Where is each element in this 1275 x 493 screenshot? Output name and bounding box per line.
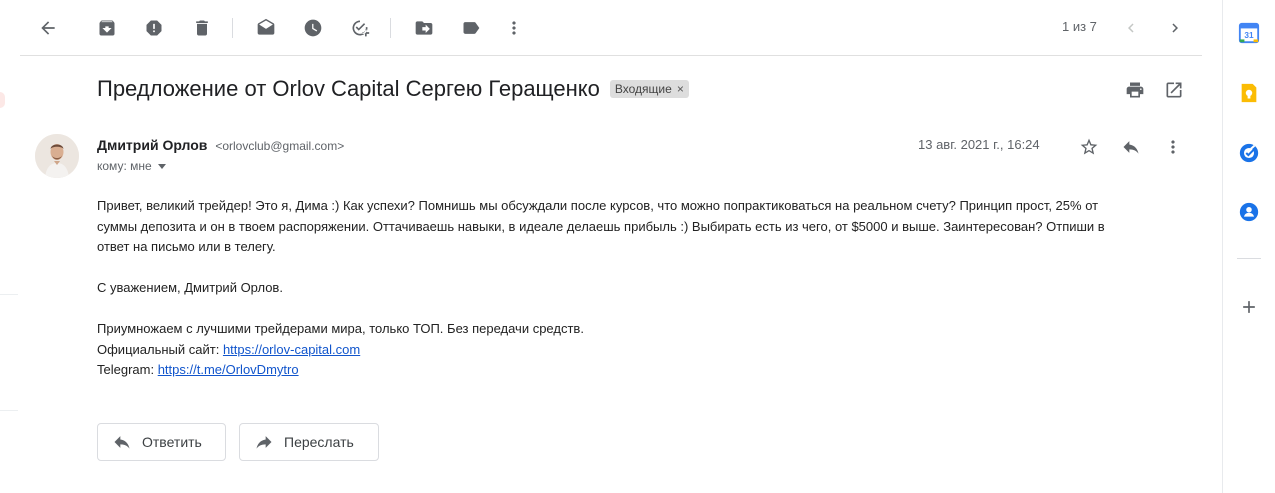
forward-icon <box>256 436 272 449</box>
label-icon[interactable] <box>455 12 487 44</box>
forward-button-label: Переслать <box>284 434 354 450</box>
forward-button[interactable]: Переслать <box>239 423 379 461</box>
tasks-icon[interactable] <box>1236 140 1262 166</box>
add-task-icon[interactable] <box>344 12 376 44</box>
email-subject: Предложение от Orlov Capital Сергею Гера… <box>97 76 600 101</box>
calendar-day: 31 <box>1244 31 1254 40</box>
more-vert-icon[interactable] <box>1157 131 1189 163</box>
email-body: Привет, великий трейдер! Это я, Дима :) … <box>97 196 1187 381</box>
move-to-icon[interactable] <box>408 12 440 44</box>
site-label: Официальный сайт: <box>97 341 223 357</box>
recipient-text: кому: мне <box>97 159 152 173</box>
left-edge-divider <box>0 294 18 295</box>
body-line: суммы депозита и он в твоем распоряжении… <box>97 218 1105 234</box>
email-date: 13 авг. 2021 г., 16:24 <box>918 137 1040 152</box>
sender-avatar <box>35 134 79 178</box>
chevron-left-icon[interactable] <box>1115 12 1147 44</box>
toolbar-divider <box>232 18 233 38</box>
left-edge-divider <box>0 410 18 411</box>
more-vert-icon[interactable] <box>498 12 530 44</box>
calendar-icon[interactable]: 31 <box>1236 20 1262 46</box>
signature-line: С уважением, Дмитрий Орлов. <box>97 280 283 295</box>
site-line: Официальный сайт: https://orlov-capital.… <box>97 340 1187 361</box>
toolbar-divider <box>390 18 391 38</box>
sender-row: Дмитрий Орлов <orlovclub@gmail.com> <box>97 137 344 153</box>
body-line: ответ на письмо или в телегу. <box>97 239 276 254</box>
back-arrow-icon[interactable] <box>32 12 64 44</box>
mark-unread-icon[interactable] <box>250 12 282 44</box>
snooze-icon[interactable] <box>297 12 329 44</box>
reply-button[interactable]: Ответить <box>97 423 226 461</box>
label-chip-text: Входящие <box>614 82 672 96</box>
promo-line: Приумножаем с лучшими трейдерами мира, т… <box>97 321 584 336</box>
body-line: Привет, великий трейдер! Это я, Дима :) … <box>97 198 1099 213</box>
telegram-link[interactable]: https://t.me/OrlovDmytro <box>158 362 299 377</box>
subject-row: Предложение от Orlov Capital Сергею Гера… <box>97 76 689 102</box>
recipient-details-dropdown-icon[interactable] <box>157 163 166 169</box>
sender-name[interactable]: Дмитрий Орлов <box>97 137 207 153</box>
sender-email: <orlovclub@gmail.com> <box>215 139 345 153</box>
reply-button-label: Ответить <box>142 434 202 450</box>
recipient-row: кому: мне <box>97 159 166 173</box>
chevron-right-icon[interactable] <box>1159 12 1191 44</box>
left-edge <box>0 0 20 493</box>
toolbar: 1 из 7 <box>20 0 1202 56</box>
delete-icon[interactable] <box>186 12 218 44</box>
archive-icon[interactable] <box>91 12 123 44</box>
report-spam-icon[interactable] <box>138 12 170 44</box>
contacts-icon[interactable] <box>1236 199 1262 225</box>
reply-icon[interactable] <box>1115 131 1147 163</box>
label-chip-inbox[interactable]: Входящие × <box>609 80 689 98</box>
keep-icon[interactable] <box>1236 80 1262 106</box>
side-panel: 31 <box>1222 0 1275 493</box>
left-edge-marker <box>0 92 5 108</box>
add-icon[interactable] <box>1236 294 1262 320</box>
site-link[interactable]: https://orlov-capital.com <box>223 342 360 357</box>
telegram-label: Telegram: <box>97 362 158 377</box>
star-icon[interactable] <box>1073 131 1105 163</box>
reply-icon <box>114 436 130 449</box>
side-panel-divider <box>1237 258 1261 259</box>
pager-count: 1 из 7 <box>1062 19 1097 34</box>
print-icon[interactable] <box>1119 74 1151 106</box>
telegram-line: Telegram: https://t.me/OrlovDmytro <box>97 360 1187 381</box>
remove-label-icon[interactable]: × <box>677 82 684 96</box>
open-new-window-icon[interactable] <box>1158 74 1190 106</box>
